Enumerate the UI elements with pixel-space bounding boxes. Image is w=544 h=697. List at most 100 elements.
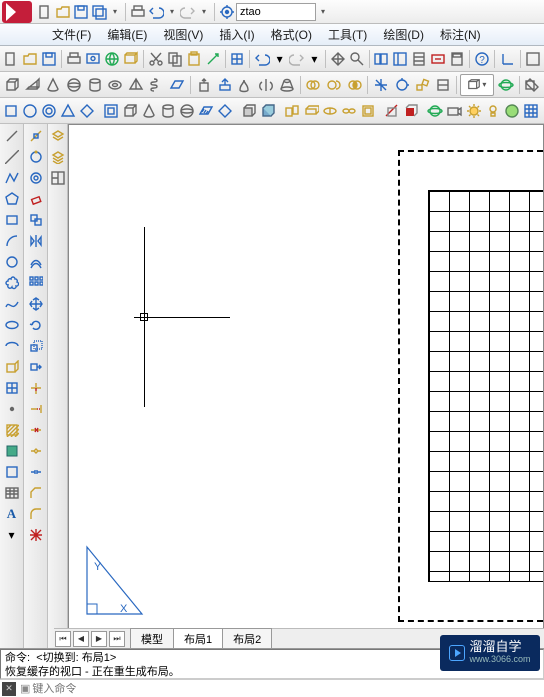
copy-icon[interactable]	[26, 210, 46, 230]
presspull-icon[interactable]	[215, 74, 235, 96]
tb-ssm-icon[interactable]	[410, 48, 428, 70]
workspace-drop[interactable]: ▾	[316, 3, 330, 21]
realistic-icon[interactable]	[259, 100, 277, 122]
layer-state-icon[interactable]	[48, 147, 68, 167]
region2-icon[interactable]	[2, 462, 22, 482]
circle-icon[interactable]	[2, 252, 22, 272]
tb-ucs-icon[interactable]	[499, 48, 517, 70]
cmd-close-icon[interactable]: ✕	[2, 682, 16, 696]
revolve-icon[interactable]	[256, 74, 276, 96]
menu-insert[interactable]: 插入(I)	[211, 24, 262, 45]
explode-icon[interactable]	[26, 525, 46, 545]
ellipse-arc-icon[interactable]	[2, 336, 22, 356]
gradient-icon[interactable]	[2, 441, 22, 461]
materials-icon[interactable]	[503, 100, 521, 122]
layout-viewport[interactable]	[428, 190, 543, 582]
box-icon[interactable]	[2, 74, 22, 96]
menu-draw[interactable]: 绘图(D)	[375, 24, 432, 45]
slice-icon[interactable]	[283, 100, 301, 122]
menu-tools[interactable]: 工具(T)	[320, 24, 375, 45]
tb-redo2-icon[interactable]	[288, 48, 306, 70]
block-icon[interactable]	[2, 378, 22, 398]
redo-icon[interactable]	[179, 3, 197, 21]
menu-edit[interactable]: 编辑(E)	[99, 24, 155, 45]
workspace-input[interactable]	[236, 3, 316, 21]
layer-icon[interactable]	[48, 126, 68, 146]
face-icon[interactable]	[402, 100, 420, 122]
table-icon[interactable]	[2, 483, 22, 503]
ellipse-icon[interactable]	[2, 315, 22, 335]
union-icon[interactable]	[303, 74, 323, 96]
menu-annotate[interactable]: 标注(N)	[432, 24, 489, 45]
light-icon[interactable]	[484, 100, 502, 122]
tb-preview-icon[interactable]	[84, 48, 102, 70]
hatch-plane-icon[interactable]	[197, 100, 215, 122]
drawing-canvas[interactable]: Y X	[68, 124, 544, 648]
sweep-icon[interactable]	[235, 74, 255, 96]
undo-icon[interactable]	[147, 3, 165, 21]
tb-3ddwf-icon[interactable]	[122, 48, 140, 70]
saveas-icon[interactable]	[90, 3, 108, 21]
pyramid-icon[interactable]	[126, 74, 146, 96]
extrude-icon[interactable]	[194, 74, 214, 96]
camera-icon[interactable]	[445, 100, 463, 122]
join-icon[interactable]	[26, 462, 46, 482]
tb-new-icon[interactable]	[2, 48, 20, 70]
hide-icon[interactable]	[240, 100, 258, 122]
extend-icon[interactable]	[26, 399, 46, 419]
tb-save-icon[interactable]	[40, 48, 58, 70]
solid-cone2-icon[interactable]	[159, 100, 177, 122]
hatch-icon[interactable]	[2, 420, 22, 440]
triangle-icon[interactable]	[59, 100, 77, 122]
tb-undo-drop[interactable]: ▾	[272, 48, 287, 70]
break-icon[interactable]	[26, 420, 46, 440]
trim-icon[interactable]	[26, 378, 46, 398]
tb-markup-icon[interactable]	[429, 48, 447, 70]
stretch-icon[interactable]	[26, 357, 46, 377]
revcloud-icon[interactable]	[2, 273, 22, 293]
mapping-icon[interactable]	[522, 100, 540, 122]
erase-icon[interactable]	[26, 189, 46, 209]
spline-icon[interactable]	[2, 294, 22, 314]
rhombus-icon[interactable]	[78, 100, 96, 122]
tb-redo-drop[interactable]: ▾	[307, 48, 322, 70]
tb-copy-icon[interactable]	[166, 48, 184, 70]
solid-rhombus2-icon[interactable]	[216, 100, 234, 122]
tb-paste-icon[interactable]	[185, 48, 203, 70]
array-icon[interactable]	[26, 273, 46, 293]
polygon-icon[interactable]	[2, 189, 22, 209]
orbit-icon[interactable]	[496, 74, 516, 96]
subtract-icon[interactable]	[324, 74, 344, 96]
edge-icon[interactable]	[383, 100, 401, 122]
render-icon[interactable]	[465, 100, 483, 122]
3dorbit2-icon[interactable]	[426, 100, 444, 122]
tab-model[interactable]: 模型	[130, 628, 174, 649]
visual-style-select[interactable]: ▾	[460, 74, 494, 96]
boundary-icon[interactable]	[102, 100, 120, 122]
loft-icon[interactable]	[277, 74, 297, 96]
save-icon[interactable]	[72, 3, 90, 21]
line-icon[interactable]	[2, 126, 22, 146]
separate-icon[interactable]	[340, 100, 358, 122]
tb-help-icon[interactable]: ?	[473, 48, 491, 70]
tb-match-icon[interactable]	[204, 48, 222, 70]
solid-box2-icon[interactable]	[121, 100, 139, 122]
point-icon[interactable]	[2, 399, 22, 419]
workspace-icon[interactable]	[218, 3, 236, 21]
mtext-drop[interactable]: ▾	[2, 525, 22, 545]
tb-vports-icon[interactable]	[524, 48, 542, 70]
osnap-linear-icon[interactable]	[26, 126, 46, 146]
3dmove-icon[interactable]	[371, 74, 391, 96]
tb-calc-icon[interactable]	[448, 48, 466, 70]
tb-open-icon[interactable]	[21, 48, 39, 70]
mtext-icon[interactable]: A	[2, 504, 22, 524]
intersect-icon[interactable]	[345, 74, 365, 96]
tb-publish-icon[interactable]	[103, 48, 121, 70]
chamfer-icon[interactable]	[26, 483, 46, 503]
sphere-icon[interactable]	[64, 74, 84, 96]
cylinder-icon[interactable]	[85, 74, 105, 96]
donut-icon[interactable]	[40, 100, 58, 122]
cone-icon[interactable]	[43, 74, 63, 96]
tb-adc-icon[interactable]	[372, 48, 390, 70]
open-icon[interactable]	[54, 3, 72, 21]
